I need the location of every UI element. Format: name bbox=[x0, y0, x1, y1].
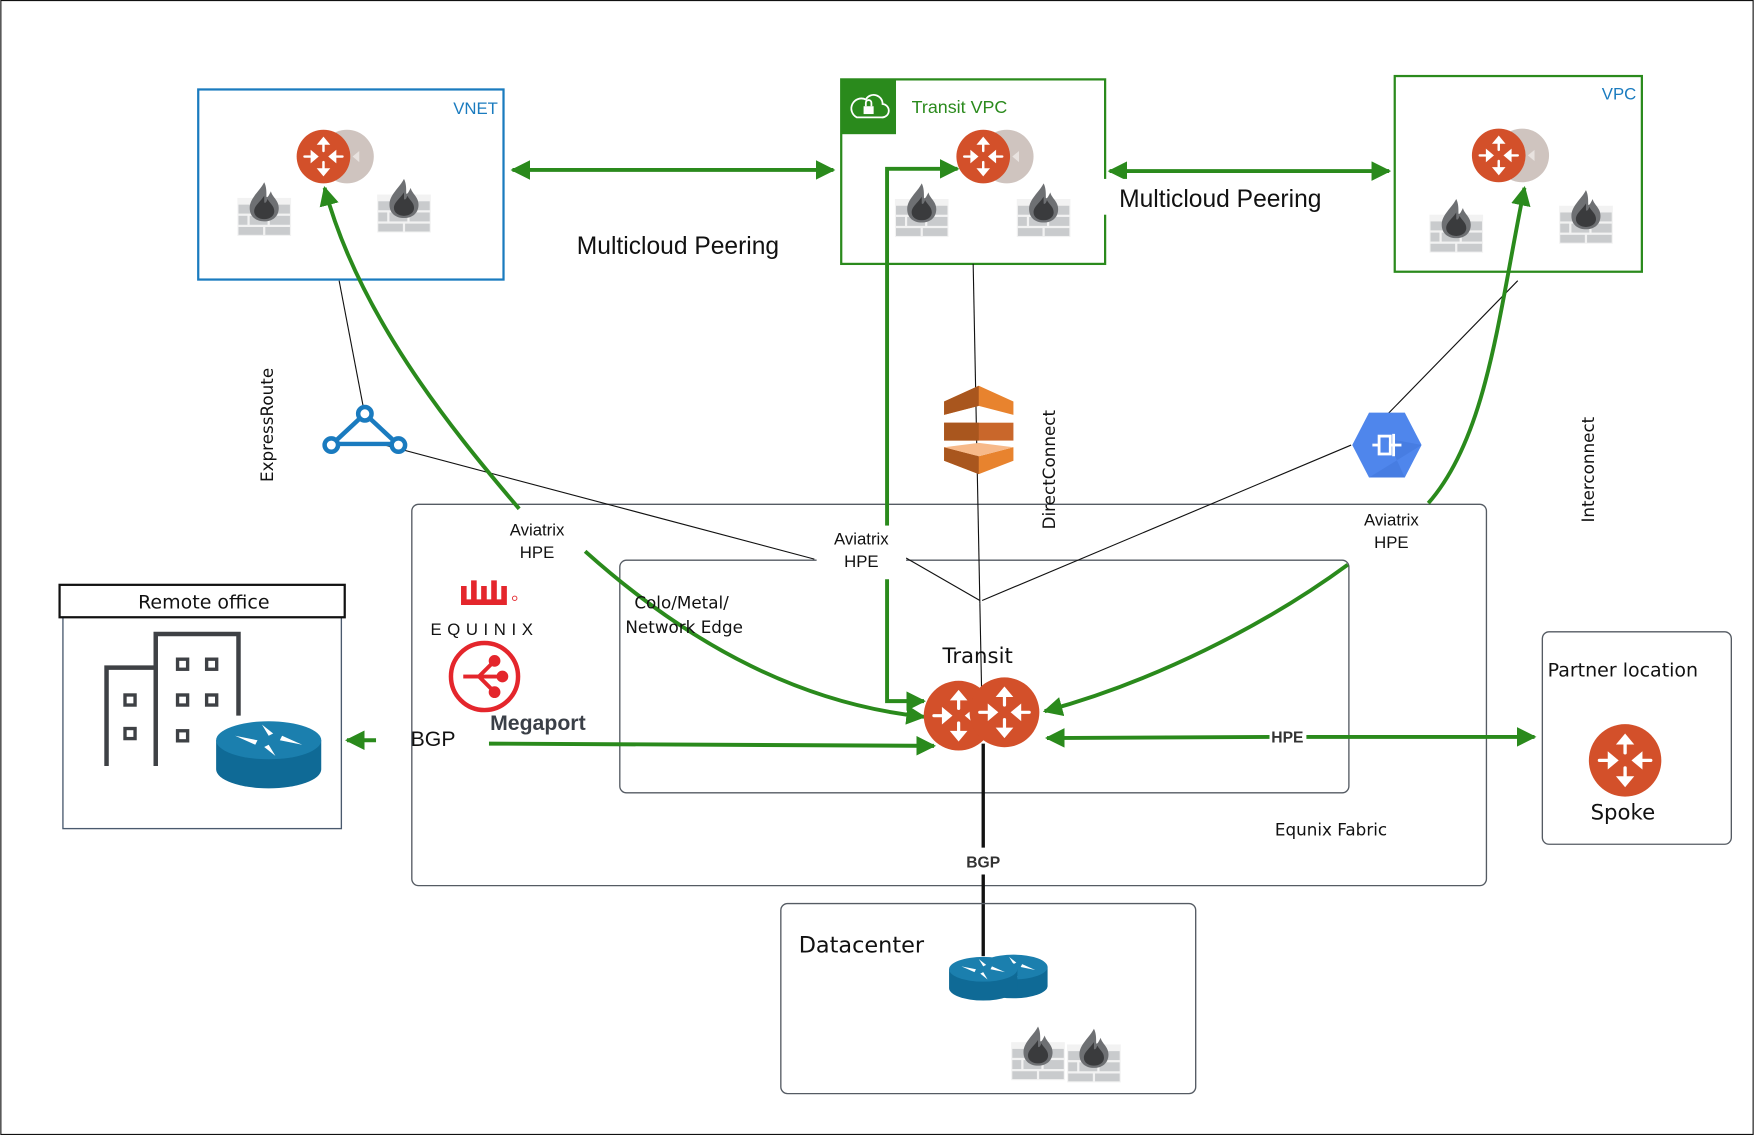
partner-location-box: Partner location Spoke bbox=[1541, 631, 1732, 845]
connectivity-lines bbox=[338, 263, 1519, 716]
firewall-icon bbox=[1067, 1028, 1121, 1083]
bgp-arrow-to-transit bbox=[488, 735, 936, 756]
transit-vpc-box: Transit VPC bbox=[840, 78, 1107, 266]
equinix-mark-icon bbox=[461, 580, 507, 605]
colo-label-line2: Network Edge bbox=[625, 617, 743, 637]
megaport-label: Megaport bbox=[490, 711, 586, 735]
svg-text:HPE: HPE bbox=[520, 543, 554, 562]
spoke-router-icon bbox=[1587, 722, 1663, 799]
router-icon bbox=[955, 128, 1012, 185]
vnet-label: VNET bbox=[453, 99, 498, 118]
svg-text:Aviatrix: Aviatrix bbox=[510, 521, 565, 540]
svg-text:Aviatrix: Aviatrix bbox=[834, 530, 889, 549]
router-icon bbox=[1470, 127, 1527, 184]
vpc-box: VPC bbox=[1393, 74, 1643, 273]
cisco-router-icon bbox=[216, 721, 322, 789]
directconnect-label: DirectConnect bbox=[1039, 409, 1059, 529]
transit-label: Transit bbox=[941, 644, 1012, 669]
equinix-wordmark: EQUINIX bbox=[430, 620, 538, 639]
interconnect-label: Interconnect bbox=[1578, 416, 1598, 522]
aviatrix-hpe-label-center: Aviatrix HPE bbox=[816, 525, 907, 575]
network-diagram: VNET Transit VPC VPC Multicloud Peering … bbox=[0, 0, 1754, 1135]
peering-label-left: Multicloud Peering bbox=[577, 233, 779, 260]
aviatrix-hpe-label-left: Aviatrix HPE bbox=[510, 521, 565, 562]
equinix-fabric-label: Equnix Fabric bbox=[1275, 819, 1387, 839]
hpe-line-transit-down bbox=[885, 579, 926, 711]
datacenter-bgp-label: BGP bbox=[966, 855, 1000, 872]
datacenter-title: Datacenter bbox=[799, 933, 925, 959]
remote-office-box: Remote office bbox=[58, 583, 346, 830]
datacenter-box: Datacenter bbox=[780, 902, 1197, 1095]
remote-office-title: Remote office bbox=[138, 591, 269, 613]
hpe-arrow-to-transit bbox=[1045, 728, 1270, 748]
transit-vpc-label: Transit VPC bbox=[912, 97, 1008, 117]
remote-bgp-label: BGP bbox=[411, 727, 456, 751]
spoke-label: Spoke bbox=[1591, 801, 1656, 826]
diagram-canvas: VNET Transit VPC VPC Multicloud Peering … bbox=[0, 0, 1754, 1135]
hpe-curve-vpc-down bbox=[1042, 563, 1349, 717]
expressroute-label: ExpressRoute bbox=[257, 368, 277, 482]
vpc-label: VPC bbox=[1602, 85, 1636, 104]
megaport-logo-icon bbox=[448, 640, 521, 713]
router-icon bbox=[967, 675, 1041, 749]
partner-title: Partner location bbox=[1548, 660, 1698, 682]
equinix-logo: EQUINIX bbox=[430, 580, 538, 639]
partner-hpe-label: HPE bbox=[1271, 730, 1303, 747]
firewall-icon bbox=[1011, 1026, 1065, 1081]
aws-directconnect-icon bbox=[944, 385, 1014, 475]
colo-label-line1: Colo/Metal/ bbox=[634, 592, 729, 612]
expressroute-icon bbox=[322, 404, 408, 455]
vnet-box: VNET bbox=[197, 88, 505, 281]
svg-text:HPE: HPE bbox=[1374, 533, 1408, 552]
transit-router-pair bbox=[922, 675, 1041, 753]
aviatrix-hpe-label-right: Aviatrix HPE bbox=[1364, 511, 1419, 552]
peering-label-right: Multicloud Peering bbox=[1119, 186, 1321, 213]
svg-text:Aviatrix: Aviatrix bbox=[1364, 511, 1419, 530]
cisco-router-icon bbox=[949, 956, 1018, 1001]
svg-text:HPE: HPE bbox=[844, 552, 878, 571]
gcp-interconnect-icon bbox=[1352, 412, 1422, 478]
router-icon bbox=[295, 128, 352, 185]
